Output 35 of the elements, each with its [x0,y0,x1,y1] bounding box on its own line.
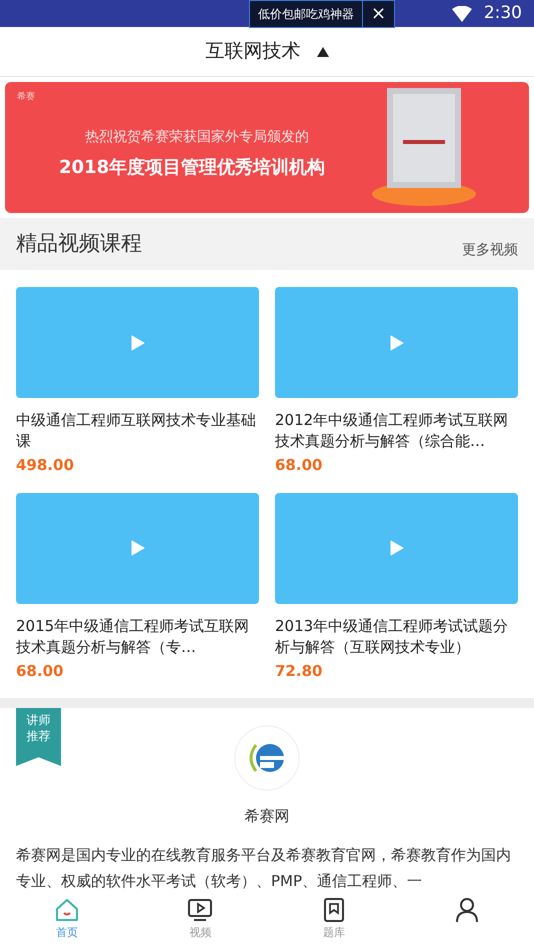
course-price: 498.00 [16,455,74,476]
course-price: 68.00 [16,660,64,682]
user-icon [454,897,480,923]
play-icon [130,540,144,556]
course-title: 2015年中级通信工程师考试互联网技术真题分析与解答（专… [16,616,250,658]
banner[interactable]: 希赛 热烈祝贺希赛荣获国家外专局颁发的 2018年度项目管理优秀培训机构 [5,82,529,213]
close-button[interactable]: × [362,1,394,27]
teacher-description: 希赛网是国内专业的在线教育服务平台及希赛教育官网，希赛教育作为国内专业、权威的软件水平考试（软考）、PMP、通信工程师、一 [16,844,512,892]
play-icon [130,334,144,350]
banner-title: 2018年度项目管理优秀培训机构 [59,156,326,180]
course-card[interactable]: 2013年中级通信工程师考试试题分析与解答（互联网技术专业） 72.80 [275,492,518,682]
header-title[interactable]: 互联网技术 [206,37,300,66]
caret-icon[interactable] [316,46,328,56]
course-title: 2013年中级通信工程师考试试题分析与解答（互联网技术专业） [275,616,510,658]
more-videos-link[interactable]: 更多视频 [462,240,518,261]
course-card[interactable]: 2015年中级通信工程师考试互联网技术真题分析与解答（专… 68.00 [16,492,259,682]
play-icon [390,540,404,556]
course-title: 2012年中级通信工程师考试互联网技术真题分析与解答（综合能… [275,410,510,452]
banner-subtitle: 热烈祝贺希赛荣获国家外专局颁发的 [85,128,309,146]
status-time: 2:30 [484,2,522,25]
video-icon [187,897,214,923]
home-icon [54,897,80,923]
logo-icon [234,725,300,791]
section-title: 精品视频课程 [16,230,142,258]
play-icon [390,334,404,350]
wifi-icon [452,6,472,22]
teacher-name: 希赛网 [244,806,290,827]
course-price: 72.80 [275,660,322,682]
course-title: 中级通信工程师互联网技术专业基础课 [16,410,257,452]
banner-brand: 希赛 [17,91,35,104]
toast-text: 低价包邮吃鸡神器 [257,6,355,23]
ribbon-badge: 讲师推荐 [16,708,61,766]
course-card[interactable]: 中级通信工程师互联网技术专业基础课 498.00 [16,287,259,476]
course-price: 68.00 [275,455,322,476]
course-card[interactable]: 2012年中级通信工程师考试互联网技术真题分析与解答（综合能… 68.00 [275,287,518,476]
